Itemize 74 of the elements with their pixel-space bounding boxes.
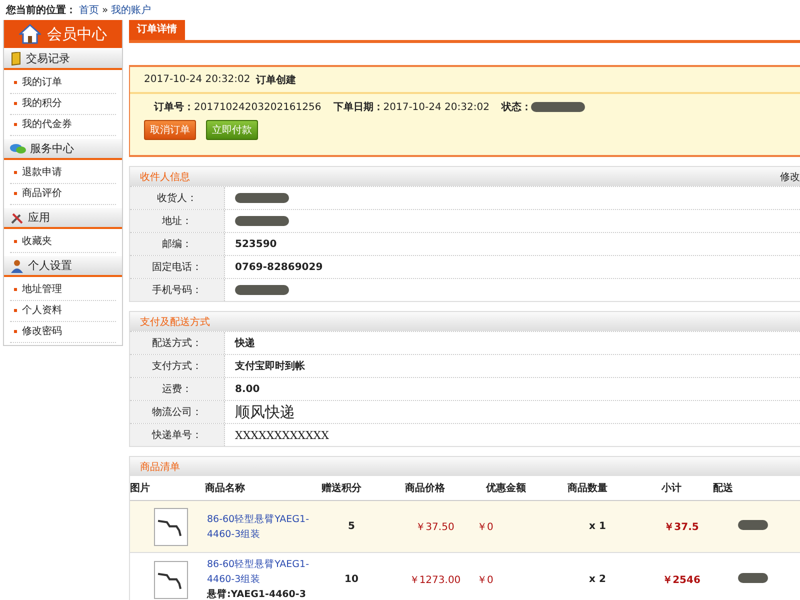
- field-label: 邮编：: [130, 233, 225, 255]
- column-header: 商品价格: [405, 483, 445, 494]
- field-value: 支付宝即时到帐: [235, 359, 305, 373]
- status-label: 状态：: [501, 100, 532, 114]
- discount-value: ￥0: [477, 574, 494, 586]
- order-date-label: 下单日期：: [333, 100, 384, 114]
- tab[interactable]: 订单详情: [129, 20, 185, 40]
- breadcrumb-link[interactable]: 我的账户: [111, 3, 152, 17]
- section-title: 商品清单: [140, 460, 180, 474]
- section-title: 收件人信息: [140, 170, 190, 184]
- points-value: 10: [344, 574, 358, 585]
- product-name-link[interactable]: 86-60轻型悬臂YAEG1-4460-3组装: [207, 557, 310, 587]
- field-label: 手机号码：: [130, 279, 225, 301]
- points-value: 5: [348, 521, 355, 532]
- sidebar-link[interactable]: 修改密码: [10, 322, 116, 343]
- subtotal-value: ￥2546: [662, 574, 700, 586]
- column-header: 赠送积分: [322, 483, 362, 494]
- created-time: 2017-10-24 20:32:02: [144, 74, 250, 85]
- breadcrumb-label: 您当前的位置：: [6, 4, 76, 17]
- field-label: 快递单号：: [130, 424, 225, 446]
- sidebar-title: 会员中心: [47, 24, 107, 44]
- edit-link[interactable]: 修改: [780, 170, 800, 184]
- order-date: 2017-10-24 20:32:02: [383, 102, 490, 112]
- column-header: 图片: [130, 483, 150, 494]
- field-value: XXXXXXXXXXXX: [235, 428, 329, 442]
- sidebar-link[interactable]: 我的积分: [10, 94, 116, 115]
- user-icon: [10, 258, 24, 272]
- price-value: ￥37.50: [416, 522, 454, 532]
- sidebar-link[interactable]: 我的订单: [10, 73, 116, 94]
- sidebar-link[interactable]: 个人资料: [10, 301, 116, 322]
- sidebar-link[interactable]: 商品评价: [10, 184, 116, 205]
- field-value: 523590: [235, 238, 277, 250]
- discount-value: ￥0: [477, 522, 494, 532]
- field-label: 收货人：: [130, 187, 225, 209]
- field-label: 支付方式：: [130, 355, 225, 377]
- field-value: 0769-82869029: [235, 262, 323, 272]
- field-value: 8.00: [235, 384, 260, 394]
- column-header: 商品名称: [205, 483, 245, 494]
- breadcrumb-link[interactable]: 首页: [79, 3, 99, 17]
- breadcrumb-separator: »: [102, 4, 108, 16]
- field-label: 固定电话：: [130, 256, 225, 278]
- sidebar-link[interactable]: 地址管理: [10, 280, 116, 301]
- column-header: 商品数量: [568, 483, 608, 494]
- subtotal-value: ￥37.5: [664, 522, 699, 532]
- group-title: 应用: [28, 210, 50, 225]
- tools-icon: [10, 210, 24, 224]
- field-label: 运费：: [130, 378, 225, 400]
- field-value: 顺风快递: [235, 402, 295, 422]
- column-header: 配送: [713, 483, 733, 494]
- quantity-value: x 1: [589, 521, 606, 532]
- group-title: 个人设置: [28, 258, 72, 273]
- column-header: 优惠金额: [486, 483, 526, 494]
- sidebar-link[interactable]: 退款申请: [10, 163, 116, 184]
- quantity-value: x 2: [589, 574, 606, 585]
- field-value: 快递: [235, 336, 255, 350]
- order-number-label: 订单号：: [154, 100, 194, 114]
- sidebar-link[interactable]: 收藏夹: [10, 232, 116, 253]
- order-number: 20171024203202161256: [194, 102, 322, 112]
- chat-bubbles-icon: [10, 142, 26, 154]
- created-label: 订单创建: [256, 74, 296, 86]
- price-value: ￥1273.00: [409, 574, 461, 586]
- section-title: 支付及配送方式: [140, 316, 210, 328]
- product-spec: 悬臂:YAEG1-4460-3: [207, 588, 307, 600]
- house-icon: [19, 24, 41, 44]
- field-label: 地址：: [130, 210, 225, 232]
- column-header: 小计: [662, 483, 682, 494]
- book-icon: [10, 52, 22, 66]
- field-label: 配送方式：: [130, 332, 225, 354]
- product-name-link[interactable]: 86-60轻型悬臂YAEG1-4460-3组装: [207, 512, 310, 542]
- product-thumbnail: [154, 508, 188, 546]
- group-title: 交易记录: [26, 51, 70, 66]
- sidebar-link[interactable]: 我的代金券: [10, 115, 116, 136]
- field-label: 物流公司：: [130, 401, 225, 423]
- group-title: 服务中心: [30, 141, 74, 156]
